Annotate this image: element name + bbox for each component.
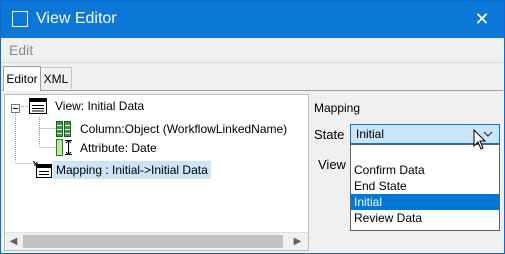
scrollbar-thumb[interactable]: [23, 235, 283, 248]
scroll-right-icon[interactable]: ▶: [289, 233, 306, 250]
tree-node-mapping-label: Mapping : Initial->Initial Data: [53, 161, 211, 179]
title-bar[interactable]: View Editor ✕: [1, 1, 504, 38]
dropdown-option-confirm-data[interactable]: Confirm Data: [351, 162, 499, 178]
state-label: State: [314, 127, 345, 142]
collapse-icon[interactable]: [11, 104, 20, 113]
state-dropdown-value: Initial: [356, 127, 385, 141]
tab-xml[interactable]: XML: [41, 67, 72, 89]
view-tree[interactable]: View: Initial Data Column:Object (Workfl…: [4, 94, 309, 251]
close-button[interactable]: ✕: [460, 1, 504, 38]
mouse-cursor-icon: [473, 129, 487, 150]
attribute-icon: [56, 139, 72, 156]
view-editor-window: View Editor ✕ Edit Editor XML View: Init…: [0, 0, 505, 254]
column-icon: [56, 121, 71, 137]
dropdown-option-initial[interactable]: Initial: [351, 194, 499, 210]
dropdown-option-end-state[interactable]: End State: [351, 178, 499, 194]
tree-node-mapping[interactable]: Mapping : Initial->Initial Data: [5, 161, 305, 179]
tree-node-attribute[interactable]: Attribute: Date: [5, 139, 305, 157]
menu-bar: Edit: [1, 38, 504, 63]
menu-edit[interactable]: Edit: [9, 42, 33, 58]
mapping-group-title: Mapping: [314, 101, 361, 115]
dropdown-option-review-data[interactable]: Review Data: [351, 210, 499, 226]
mapping-icon: [33, 161, 52, 178]
tree-node-view[interactable]: View: Initial Data: [5, 97, 305, 115]
tree-node-column[interactable]: Column:Object (WorkflowLinkedName): [5, 120, 305, 138]
state-dropdown-list[interactable]: Confirm Data End State Initial Review Da…: [350, 144, 500, 231]
horizontal-scrollbar[interactable]: ◀ ▶: [5, 232, 308, 250]
editor-content: View: Initial Data Column:Object (Workfl…: [2, 90, 503, 253]
table-icon: [29, 98, 47, 114]
tree-node-column-label: Column:Object (WorkflowLinkedName): [80, 122, 288, 136]
window-title: View Editor: [36, 10, 117, 27]
tree-node-attribute-label: Attribute: Date: [80, 141, 157, 155]
mapping-panel: Mapping State View Initial Confirm Data …: [310, 91, 503, 251]
window-icon: [12, 11, 28, 27]
view-label: View: [318, 157, 346, 172]
scroll-left-icon[interactable]: ◀: [5, 233, 22, 250]
tab-strip: Editor XML: [1, 63, 504, 91]
tab-editor[interactable]: Editor: [3, 66, 41, 91]
tree-node-view-label: View: Initial Data: [55, 99, 145, 113]
